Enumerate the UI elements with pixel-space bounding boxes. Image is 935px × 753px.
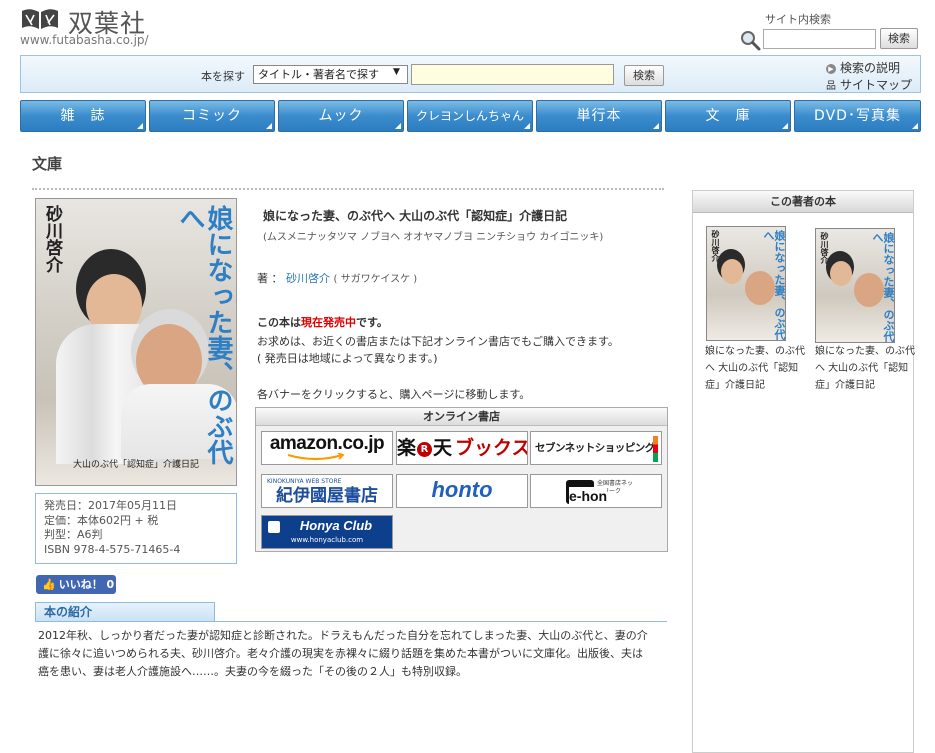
honya-club-banner[interactable]: Honya Club www.honyaclub.com (261, 515, 393, 549)
author-kana: ( サガワケイスケ ) (333, 274, 418, 285)
sidebar-book-cover[interactable]: 砂川啓介 娘になった妻、のぶ代へ (706, 226, 786, 341)
honto-banner[interactable]: honto (396, 474, 528, 508)
sidebar-cover-title: 娘になった妻、のぶ代へ (871, 232, 895, 342)
seven-stripe-icon (653, 436, 658, 462)
arrow-right-icon: ▶ (826, 64, 836, 74)
book-search-label: 本を探す (201, 70, 245, 83)
book-cover-image: 砂川啓介 娘になった妻、のぶ代へ 大山のぶ代「認知症」介護日記 (35, 198, 237, 486)
nav-tankobon[interactable]: 単行本 (536, 100, 662, 132)
book-title-kana: (ムスメニナッタツマ ノブヨヘ オオヤマノブヨ ニンチショウ カイゴニッキ) (263, 232, 604, 243)
honya-club-book-icon (268, 521, 280, 533)
facebook-like-button[interactable]: 👍 いいね！ 0 (36, 575, 116, 594)
sidebar-cover-author: 砂川啓介 (820, 232, 829, 264)
sidebar-cover-title: 娘になった妻、のぶ代へ (762, 230, 786, 340)
logo-url: www.futabasha.co.jp/ (20, 33, 149, 47)
status-highlight: 現在発売中 (301, 316, 356, 329)
sidebar-book-cover[interactable]: 砂川啓介 娘になった妻、のぶ代へ (815, 228, 895, 343)
divider (35, 621, 667, 622)
sidebar-book-caption[interactable]: 娘になった妻、のぶ代へ 大山のぶ代「認知症」介護日記 (705, 343, 805, 394)
author-line: 著 ： 砂川啓介 ( サガワケイスケ ) (257, 272, 418, 285)
kinokuniya-banner[interactable]: KINOKUNIYA WEB STORE 紀伊國屋書店 (261, 474, 393, 508)
date-note: ( 発売日は地域によって異なります。) (257, 352, 438, 365)
book-title: 娘になった妻、のぶ代へ 大山のぶ代「認知症」介護日記 (263, 209, 568, 223)
format: 判型：A6判 (44, 528, 103, 541)
online-store-heading: オンライン書店 (256, 408, 667, 426)
rakuten-r-icon: R (417, 442, 433, 457)
search-help-link[interactable]: ▶ 検索の説明 (826, 59, 900, 76)
nav-bunko[interactable]: 文 庫 (665, 100, 791, 132)
sitemap-icon: 品 (826, 81, 836, 92)
futabasha-logo-icon[interactable] (20, 7, 60, 31)
rakuten-books-banner[interactable]: 楽 R 天ブックス (396, 431, 528, 465)
site-search-input[interactable] (763, 29, 876, 49)
intro-text: 2012年秋、しっかり者だった妻が認知症と診断された。ドラえもんだった自分を忘れ… (38, 629, 648, 678)
thumbs-up-icon: 👍 (42, 578, 56, 591)
search-icon (741, 31, 761, 51)
sitemap-link[interactable]: 品サイトマップ (826, 76, 912, 93)
nav-dvd-photobook[interactable]: DVD･写真集 (794, 100, 921, 132)
author-link[interactable]: 砂川啓介 (286, 272, 330, 285)
banner-note: 各バナーをクリックすると、購入ページに移動します。 (257, 388, 531, 401)
release-date: 発売日：2017年05月11日 (44, 499, 177, 512)
seven-net-banner[interactable]: セブンネットショッピング (530, 431, 662, 465)
intro-tab: 本の紹介 (35, 602, 215, 622)
nav-magazine[interactable]: 雑 誌 (20, 100, 146, 132)
price: 定価：本体602円 + 税 (44, 513, 159, 527)
buy-text: お求めは、お近くの書店または下記オンライン書店でもご購入できます。 (257, 335, 619, 348)
nav-comic[interactable]: コミック (149, 100, 275, 132)
search-type-select[interactable]: タイトル・著者名で探す (253, 65, 408, 84)
site-search-label: サイト内検索 (765, 13, 831, 26)
amazon-banner[interactable]: amazon.co.jp (261, 431, 393, 465)
book-search-button[interactable]: 検索 (624, 65, 664, 86)
chevron-down-icon: ▼ (393, 67, 400, 77)
isbn: ISBN 978-4-575-71465-4 (44, 542, 181, 556)
site-search-button[interactable]: 検索 (880, 28, 918, 49)
book-search-input[interactable] (411, 64, 614, 85)
nav-crayon-shinchan[interactable]: クレヨンしんちゃん (407, 100, 533, 132)
sidebar-cover-author: 砂川啓介 (711, 230, 720, 262)
book-info-box: 発売日：2017年05月11日 定価：本体602円 + 税 判型：A6判 ISB… (35, 493, 237, 564)
cover-author: 砂川啓介 (42, 205, 62, 273)
page-title: 文庫 (32, 155, 63, 173)
nav-mook[interactable]: ムック (278, 100, 404, 132)
ehon-banner[interactable]: 全国書店ネットワーク e-hon (530, 474, 662, 508)
cover-title: 娘になった妻、のぶ代へ (175, 205, 233, 465)
sidebar-book-caption[interactable]: 娘になった妻、のぶ代へ 大山のぶ代「認知症」介護日記 (815, 343, 915, 394)
sidebar-heading: この著者の本 (693, 191, 913, 213)
divider (32, 188, 664, 190)
status-line: この本は現在発売中です。 (257, 316, 388, 329)
cover-subtitle: 大山のぶ代「認知症」介護日記 (72, 460, 199, 470)
